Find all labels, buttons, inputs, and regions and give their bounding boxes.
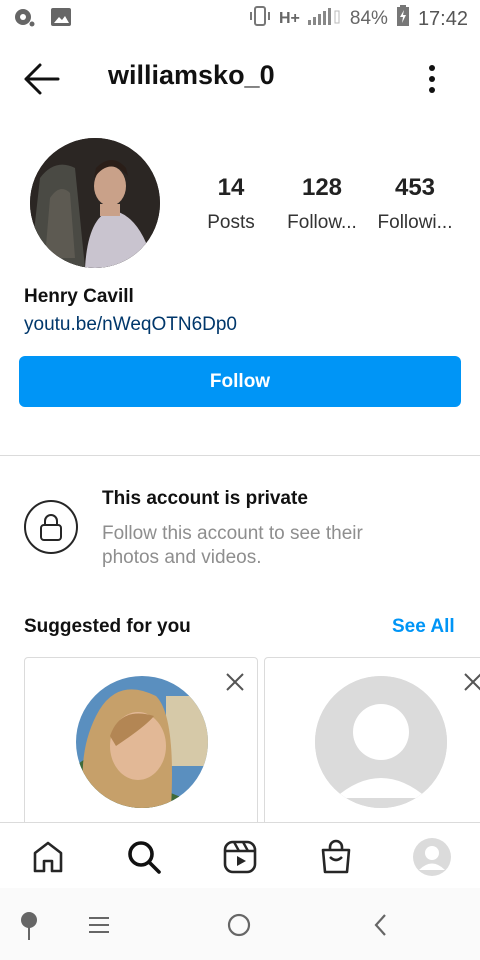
- notification-icon: [12, 6, 36, 33]
- profile-icon[interactable]: [412, 837, 452, 877]
- following-count[interactable]: 453 Followi...: [374, 174, 456, 234]
- suggestion-avatar[interactable]: [76, 676, 208, 808]
- profile-name: Henry Cavill: [24, 286, 134, 307]
- see-all-link[interactable]: See All: [392, 616, 455, 638]
- assistant-icon[interactable]: [12, 908, 46, 942]
- private-account-title: This account is private: [102, 488, 308, 509]
- battery-icon: [396, 5, 410, 33]
- suggestion-card[interactable]: [264, 657, 480, 837]
- battery-percent: 84%: [349, 8, 388, 29]
- followers-count[interactable]: 128 Follow...: [282, 174, 362, 234]
- suggestion-card[interactable]: [24, 657, 258, 837]
- posts-label: Posts: [207, 212, 255, 233]
- dismiss-suggestion-icon[interactable]: [461, 670, 480, 694]
- vibrate-icon: [249, 5, 271, 33]
- dismiss-suggestion-icon[interactable]: [223, 670, 247, 694]
- posts-count: 14 Posts: [196, 174, 266, 234]
- following-label: Followi...: [377, 212, 453, 233]
- system-navigation: [0, 888, 480, 960]
- more-options-icon[interactable]: [420, 62, 444, 96]
- lock-icon: [24, 500, 78, 554]
- back-chevron-icon[interactable]: [364, 908, 398, 942]
- posts-value: 14: [217, 174, 245, 201]
- network-type: H+: [279, 10, 300, 27]
- reels-icon[interactable]: [220, 837, 260, 877]
- home-circle-icon[interactable]: [222, 908, 256, 942]
- back-arrow-icon[interactable]: [22, 62, 62, 96]
- section-divider: [0, 455, 480, 456]
- bottom-navigation: [0, 822, 480, 888]
- followers-label: Follow...: [287, 212, 357, 233]
- home-icon[interactable]: [28, 837, 68, 877]
- suggestion-avatar-placeholder[interactable]: [315, 676, 447, 808]
- search-icon[interactable]: [124, 837, 164, 877]
- clock: 17:42: [417, 7, 468, 30]
- shop-icon[interactable]: [316, 837, 356, 877]
- menu-icon[interactable]: [82, 908, 116, 942]
- follow-button[interactable]: Follow: [19, 356, 461, 407]
- signal-icon: [307, 6, 342, 32]
- username-title: williamsko_0: [108, 60, 275, 90]
- followers-value: 128: [301, 174, 343, 201]
- suggested-title: Suggested for you: [24, 616, 191, 637]
- status-bar: H+ 84% 17:42: [0, 0, 480, 38]
- profile-avatar[interactable]: [30, 138, 160, 268]
- following-value: 453: [394, 174, 436, 201]
- bio-link[interactable]: youtu.be/nWeqOTN6Dp0: [24, 314, 237, 336]
- gallery-icon: [50, 7, 72, 32]
- profile-header: williamsko_0: [0, 50, 480, 108]
- private-account-description: Follow this account to see their photos …: [102, 523, 363, 568]
